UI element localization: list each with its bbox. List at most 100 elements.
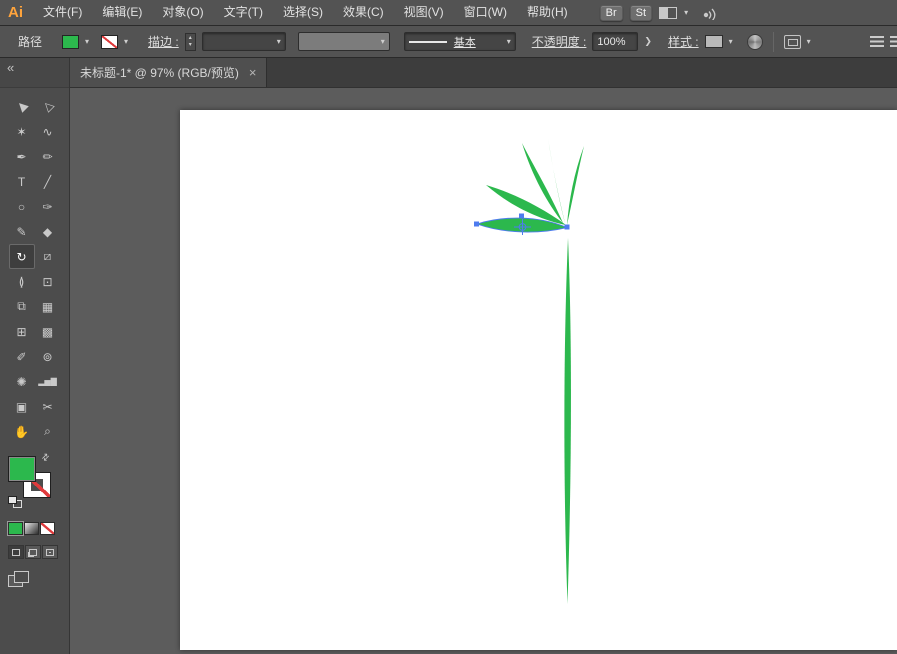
menu-view[interactable]: 视图(V) xyxy=(394,0,454,25)
workspace-switcher-icon[interactable] xyxy=(659,6,678,19)
type-tool[interactable]: T xyxy=(9,169,35,194)
stroke-weight-combo[interactable]: ▾ xyxy=(201,32,286,51)
menu-type[interactable]: 文字(T) xyxy=(214,0,273,25)
mesh-tool[interactable]: ⊞ xyxy=(9,319,35,344)
chevron-down-icon[interactable]: ▾ xyxy=(807,37,811,46)
menu-edit[interactable]: 编辑(E) xyxy=(92,0,152,25)
artboard-tool[interactable]: ▣ xyxy=(9,394,35,419)
lasso-tool[interactable]: ∿ xyxy=(35,119,61,144)
draw-behind-button[interactable] xyxy=(25,545,41,559)
none-button[interactable] xyxy=(40,522,55,535)
screen-mode-button[interactable] xyxy=(8,571,30,588)
close-tab-icon[interactable]: × xyxy=(249,65,257,80)
stroke-color-swatch[interactable] xyxy=(101,34,119,49)
fill-color-swatch[interactable] xyxy=(62,34,80,49)
paintbrush-icon: ✑ xyxy=(42,199,53,214)
gradient-button[interactable] xyxy=(24,522,39,535)
zoom-tool[interactable]: ⌕ xyxy=(35,419,61,444)
zoom-icon: ⌕ xyxy=(44,424,51,438)
blend-icon: ⊚ xyxy=(42,349,53,364)
draw-inside-button[interactable] xyxy=(42,545,58,559)
hand-tool[interactable]: ✋ xyxy=(9,419,35,444)
chevron-down-icon[interactable]: ▾ xyxy=(502,37,511,46)
align-panel-icon[interactable] xyxy=(870,36,884,47)
align-panel-icon-2[interactable] xyxy=(890,36,897,47)
symbol-sprayer-tool[interactable]: ✺ xyxy=(9,369,35,394)
divider xyxy=(772,31,774,52)
spin-down-icon[interactable]: ▾ xyxy=(189,42,192,48)
menu-select[interactable]: 选择(S) xyxy=(273,0,333,25)
opacity-input[interactable]: 100% xyxy=(592,32,639,51)
lasso-icon: ∿ xyxy=(42,124,53,139)
menu-help[interactable]: 帮助(H) xyxy=(517,0,578,25)
scale-tool[interactable]: ⧄ xyxy=(35,244,61,269)
eraser-icon: ◆ xyxy=(42,224,53,239)
column-graph-icon: ▂▅▇ xyxy=(38,377,57,386)
collapse-panel-icon[interactable]: « xyxy=(4,60,17,75)
document-tab[interactable]: 未标题-1* @ 97% (RGB/预览) × xyxy=(70,58,268,87)
color-button[interactable] xyxy=(8,522,23,535)
menu-file[interactable]: 文件(F) xyxy=(33,0,92,25)
stroke-style-combo[interactable]: 基本 ▾ xyxy=(403,32,516,51)
column-graph-tool[interactable]: ▂▅▇ xyxy=(35,369,61,394)
stroke-weight-label[interactable]: 描边 : xyxy=(148,33,179,50)
menu-effect[interactable]: 效果(C) xyxy=(333,0,394,25)
menu-window[interactable]: 窗口(W) xyxy=(454,0,517,25)
spin-up-icon[interactable]: ▴ xyxy=(189,35,192,41)
selection-tool[interactable]: ▶ xyxy=(9,94,35,119)
curvature-tool[interactable]: ✏ xyxy=(35,144,61,169)
paint-mode-buttons xyxy=(8,522,69,535)
stroke-caret-icon[interactable]: ▾ xyxy=(124,37,128,46)
stroke-weight-stepper[interactable]: ▴ ▾ xyxy=(184,32,196,51)
fill-caret-icon[interactable]: ▾ xyxy=(85,37,89,46)
perspective-grid-icon: ▦ xyxy=(41,299,54,314)
style-caret-icon[interactable]: ▾ xyxy=(729,37,733,46)
chevron-down-icon[interactable]: ▾ xyxy=(684,8,688,17)
free-transform-tool[interactable]: ⊡ xyxy=(35,269,61,294)
shape-builder-tool[interactable]: ⧉ xyxy=(9,294,35,319)
gradient-icon: ▩ xyxy=(41,324,54,339)
share-icon[interactable] xyxy=(701,5,720,20)
app-logo: Ai xyxy=(8,4,23,21)
drawing-mode-buttons xyxy=(8,545,69,559)
artboard[interactable] xyxy=(180,110,897,650)
gradient-tool[interactable]: ▩ xyxy=(35,319,61,344)
perspective-grid-tool[interactable]: ▦ xyxy=(35,294,61,319)
default-fill-stroke-icon[interactable] xyxy=(8,496,22,508)
eyedropper-tool[interactable]: ✐ xyxy=(9,344,35,369)
pencil-icon: ✎ xyxy=(16,224,27,239)
pen-tool[interactable]: ✒ xyxy=(9,144,35,169)
blend-tool[interactable]: ⊚ xyxy=(35,344,61,369)
magic-wand-icon: ✶ xyxy=(16,124,27,139)
menu-object[interactable]: 对象(O) xyxy=(152,0,213,25)
selection-icon: ▶ xyxy=(13,98,30,115)
bridge-button[interactable]: Br xyxy=(599,4,623,21)
ellipse-icon: ○ xyxy=(17,199,26,214)
chevron-down-icon[interactable]: ▾ xyxy=(376,37,385,46)
direct-selection-tool[interactable]: ▷ xyxy=(35,94,61,119)
chevron-down-icon[interactable]: ▾ xyxy=(272,37,281,46)
draw-normal-button[interactable] xyxy=(8,545,24,559)
opacity-flyout-icon[interactable]: ❯ xyxy=(644,36,652,47)
magic-wand-tool[interactable]: ✶ xyxy=(9,119,35,144)
line-segment-tool[interactable]: ╱ xyxy=(35,169,61,194)
context-label: 路径 xyxy=(18,35,43,49)
fill-swatch[interactable] xyxy=(8,456,36,482)
style-label[interactable]: 样式 : xyxy=(668,33,699,50)
mesh-icon: ⊞ xyxy=(16,324,27,339)
stock-button[interactable]: St xyxy=(629,4,653,21)
eraser-tool[interactable]: ◆ xyxy=(35,219,61,244)
ellipse-tool[interactable]: ○ xyxy=(9,194,35,219)
recolor-artwork-icon[interactable] xyxy=(746,33,763,50)
brush-definition-combo[interactable]: ▾ xyxy=(297,32,390,51)
pencil-tool[interactable]: ✎ xyxy=(9,219,35,244)
slice-tool[interactable]: ✂ xyxy=(35,394,61,419)
paintbrush-tool[interactable]: ✑ xyxy=(35,194,61,219)
graphic-style-swatch[interactable] xyxy=(704,35,723,48)
document-setup-icon[interactable] xyxy=(783,34,801,49)
swap-fill-stroke-icon[interactable]: ⇄ xyxy=(39,451,52,464)
width-tool[interactable]: ≬ xyxy=(9,269,35,294)
rotate-tool[interactable]: ↻ xyxy=(8,244,35,269)
canvas-area[interactable] xyxy=(70,88,897,654)
opacity-label[interactable]: 不透明度 : xyxy=(532,33,587,50)
